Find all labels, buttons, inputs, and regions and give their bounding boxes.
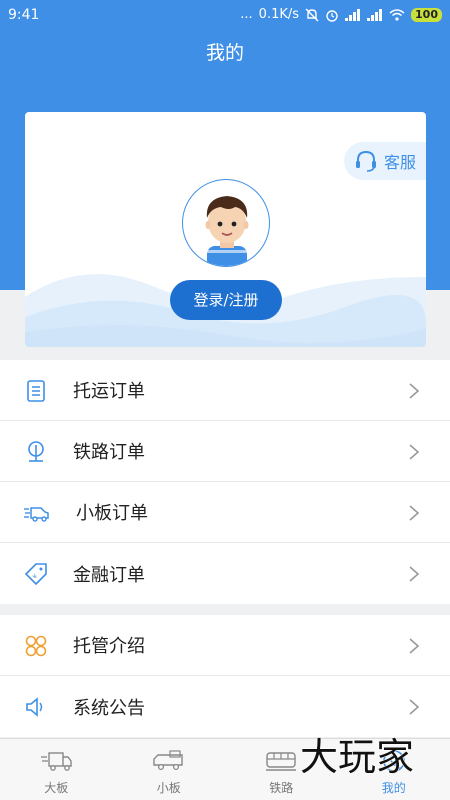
alarm-icon (326, 9, 338, 22)
tab-label: 大板 (44, 781, 69, 795)
chevron-right-icon (409, 505, 420, 521)
wifi-icon (389, 8, 405, 21)
signal-icon (345, 8, 361, 21)
status-dots: ... (240, 7, 253, 22)
info-menu: 托管介绍 系统公告 (0, 615, 450, 737)
chevron-right-icon (409, 566, 420, 582)
menu-item-label: 小板订单 (76, 503, 148, 524)
order-menu: 托运订单 铁路订单 小板订单 ¥ 金融订单 (0, 360, 450, 604)
headset-icon (356, 150, 376, 172)
menu-item-finance-orders[interactable]: ¥ 金融订单 (0, 543, 450, 604)
menu-item-label: 托运订单 (73, 381, 145, 402)
profile-card: 客服 登录/注册 (25, 112, 426, 347)
chevron-right-icon (409, 383, 420, 399)
customer-service-label: 客服 (384, 153, 417, 172)
big-truck-icon (41, 752, 72, 771)
network-speed: 0.1K/s (258, 7, 300, 22)
avatar-cartoon-icon (205, 196, 249, 266)
chevron-right-icon (409, 444, 420, 460)
menu-item-custody-intro[interactable]: 托管介绍 (0, 615, 450, 676)
tab-label: 小板 (156, 781, 181, 795)
svg-text:¥: ¥ (31, 573, 39, 581)
menu-item-label: 金融订单 (73, 564, 145, 586)
clipboard-icon (27, 380, 45, 402)
login-register-button[interactable]: 登录/注册 (170, 280, 282, 320)
menu-item-label: 系统公告 (73, 697, 145, 719)
menu-item-consignment-orders[interactable]: 托运订单 (0, 360, 450, 421)
rail-icon (28, 441, 44, 462)
watermark-logo: 大玩家 (299, 734, 414, 779)
small-truck-icon (153, 750, 183, 771)
train-icon (266, 752, 297, 771)
tab-label: 铁路 (269, 781, 294, 795)
tab-big-truck[interactable]: 大板 (0, 739, 113, 800)
page-title: 我的 (205, 42, 244, 64)
chevron-right-icon (409, 699, 420, 715)
grid-icon (25, 635, 47, 657)
status-bar: 9:41 ... 0.1K/s 100 (0, 0, 450, 32)
avatar[interactable] (182, 179, 270, 267)
speaker-icon (26, 697, 43, 717)
battery-badge: 100 (411, 7, 442, 22)
tab-small-truck[interactable]: 小板 (113, 739, 226, 800)
small-truck-icon (24, 507, 49, 522)
chevron-right-icon (409, 638, 420, 654)
watermark-text: 大玩家 (300, 735, 414, 779)
menu-item-system-announcement[interactable]: 系统公告 (0, 676, 450, 737)
menu-item-label: 托管介绍 (73, 636, 145, 657)
status-time: 9:41 (8, 7, 40, 23)
menu-item-label: 铁路订单 (73, 442, 145, 463)
mute-icon (305, 8, 319, 21)
menu-item-small-truck-orders[interactable]: 小板订单 (0, 482, 450, 543)
signal-icon-2 (367, 8, 383, 21)
tab-label: 我的 (381, 781, 406, 795)
finance-tag-icon: ¥ (24, 563, 47, 586)
menu-item-railway-orders[interactable]: 铁路订单 (0, 421, 450, 482)
customer-service-button[interactable]: 客服 (344, 142, 426, 180)
